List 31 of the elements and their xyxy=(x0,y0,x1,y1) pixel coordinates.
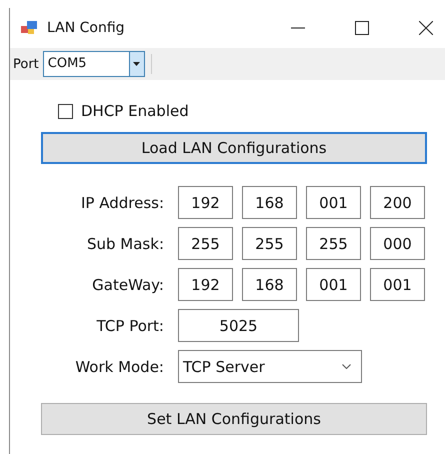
octet-field[interactable]: 255 xyxy=(242,227,297,260)
dhcp-checkbox[interactable] xyxy=(58,104,73,118)
set-button[interactable]: Set LAN Configurations xyxy=(41,403,427,435)
octet-field[interactable]: 001 xyxy=(306,186,361,219)
work-mode-dropdown[interactable]: TCP Server xyxy=(178,350,362,383)
port-label: Port xyxy=(13,56,39,72)
octet-field[interactable]: 168 xyxy=(242,186,297,219)
octet-field[interactable]: 001 xyxy=(306,268,361,301)
dropdown-arrow-icon xyxy=(133,62,140,66)
octet-field[interactable]: 192 xyxy=(178,268,233,301)
load-button[interactable]: Load LAN Configurations xyxy=(41,132,427,164)
field-label: IP Address: xyxy=(80,194,164,212)
octet-field[interactable]: 255 xyxy=(306,227,361,260)
window-title: LAN Config xyxy=(47,20,125,36)
app-icon xyxy=(21,21,37,35)
octet-field[interactable]: 255 xyxy=(178,227,233,260)
tcp-port-field[interactable]: 5025 xyxy=(178,309,299,342)
field-label: Work Mode: xyxy=(74,358,164,376)
close-icon[interactable] xyxy=(419,21,433,35)
field-label: TCP Port: xyxy=(96,316,164,334)
field-label: GateWay: xyxy=(91,276,164,294)
chevron-down-icon xyxy=(342,364,351,369)
octet-field[interactable]: 168 xyxy=(242,268,297,301)
octet-field[interactable]: 200 xyxy=(370,186,425,219)
octet-field[interactable]: 000 xyxy=(370,227,425,260)
port-dropdown[interactable]: COM5 xyxy=(42,51,145,77)
octet-field[interactable]: 192 xyxy=(178,186,233,219)
maximize-icon[interactable] xyxy=(355,21,369,35)
octet-field[interactable]: 001 xyxy=(370,268,425,301)
field-label: Sub Mask: xyxy=(86,234,164,252)
dhcp-label: DHCP Enabled xyxy=(81,102,189,120)
